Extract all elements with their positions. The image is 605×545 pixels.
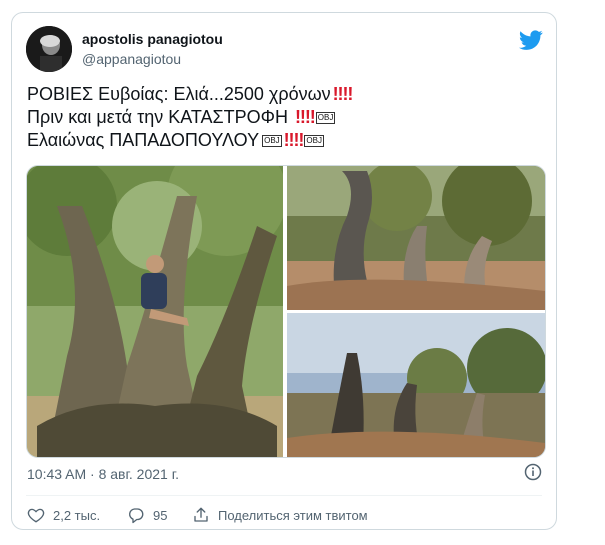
tweet-line-2: Πριν και μετά την ΚΑΤΑΣΤΡΟΦΗ ‼ ‼ OBJ: [27, 106, 542, 129]
user-handle[interactable]: @appanagiotou: [82, 51, 181, 67]
tweet-timestamp[interactable]: 10:43 AM · 8 авг. 2021 г.: [27, 466, 179, 482]
twitter-bird-icon[interactable]: [518, 28, 543, 52]
tweet-text: ΡΟΒΙΕΣ Ευβοίας: Ελιά...2500 χρόνων ‼ ‼ Πρι…: [27, 83, 542, 152]
tweet-line-3-text: Ελαιώνας ΠΑΠΑΔΟΠΟΥΛΟΥ: [27, 130, 260, 150]
reply-count: 95: [153, 507, 168, 523]
user-name[interactable]: apostolis panagiotou: [82, 31, 223, 47]
like-count: 2,2 тыс.: [53, 507, 101, 523]
double-exclamation-icon: ‼: [295, 107, 306, 127]
double-exclamation-icon: ‼: [332, 84, 344, 104]
obj-placeholder-icon: OBJ: [304, 135, 324, 148]
share-button[interactable]: Поделиться этим твитом: [192, 506, 368, 524]
share-label: Поделиться этим твитом: [218, 507, 368, 523]
obj-placeholder-icon: OBJ: [262, 135, 282, 148]
tweet-card[interactable]: apostolis panagiotou @appanagiotou ΡΟΒΙΕ…: [11, 12, 557, 530]
tweet-actions: 2,2 тыс. 95 Поделиться этим твитом: [27, 504, 368, 526]
reply-icon: [129, 508, 144, 524]
obj-placeholder-icon: OBJ: [315, 112, 336, 125]
share-icon: [194, 507, 208, 522]
double-exclamation-icon: ‼: [304, 107, 316, 127]
tweet-line-1-text: ΡΟΒΙΕΣ Ευβοίας: Ελιά...2500 χρόνων: [27, 84, 331, 104]
divider: [26, 495, 542, 496]
old-olive-tree-photo[interactable]: [27, 166, 283, 457]
double-exclamation-icon: ‼: [293, 130, 305, 150]
heart-icon: [27, 508, 45, 523]
tweet-line-1: ΡΟΒΙΕΣ Ευβοίας: Ελιά...2500 χρόνων ‼ ‼: [27, 83, 542, 106]
burned-olive-grove-photo-2[interactable]: [287, 313, 545, 457]
like-button[interactable]: 2,2 тыс.: [27, 506, 127, 524]
reply-button[interactable]: 95: [127, 506, 192, 524]
burned-olive-grove-photo-1[interactable]: [287, 166, 545, 310]
tweet-line-2-text: Πριν και μετά την ΚΑΤΑΣΤΡΟΦΗ: [27, 107, 294, 127]
info-icon[interactable]: [524, 463, 542, 481]
double-exclamation-icon: ‼: [283, 130, 295, 150]
tweet-line-3: Ελαιώνας ΠΑΠΑΔΟΠΟΥΛΟΥ OBJ ‼ ‼ OBJ: [27, 129, 542, 152]
media-grid: [26, 165, 546, 458]
avatar[interactable]: [26, 26, 72, 72]
double-exclamation-icon: ‼: [342, 84, 354, 104]
